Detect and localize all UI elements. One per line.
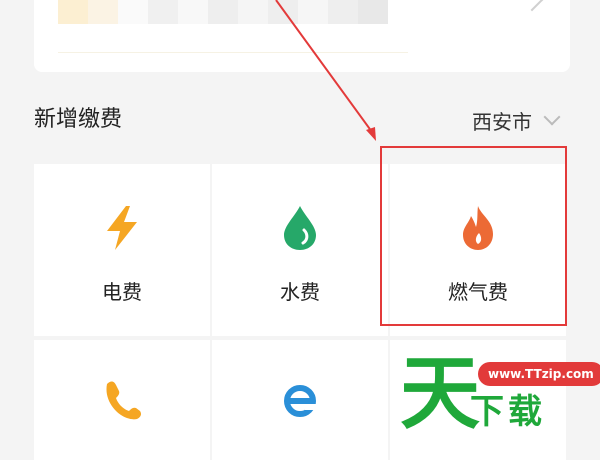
service-tile-phone[interactable] — [34, 340, 210, 460]
water-drop-icon — [284, 206, 316, 250]
internet-e-icon — [284, 385, 317, 417]
chevron-down-icon — [543, 108, 561, 126]
city-label: 西安市 — [472, 109, 532, 134]
pixelated-content — [58, 0, 388, 24]
watermark-subtitle: 下载 — [470, 392, 546, 432]
city-selector[interactable]: 西安市 — [472, 104, 561, 136]
service-tile-electricity[interactable]: 电费 — [34, 164, 210, 336]
watermark-site: www.TTzip.com — [478, 362, 600, 386]
service-tile-water[interactable]: 水费 — [212, 164, 388, 336]
section-title: 新增缴费 — [34, 107, 123, 132]
service-label: 水费 — [280, 280, 320, 304]
service-tile-internet[interactable] — [212, 340, 388, 460]
watermark-logo: 天 — [400, 347, 480, 440]
annotation-highlight-box — [380, 146, 567, 326]
phone-icon — [106, 381, 141, 420]
lightning-icon — [107, 206, 137, 250]
top-card-divider — [58, 52, 408, 53]
service-label: 电费 — [102, 280, 142, 304]
